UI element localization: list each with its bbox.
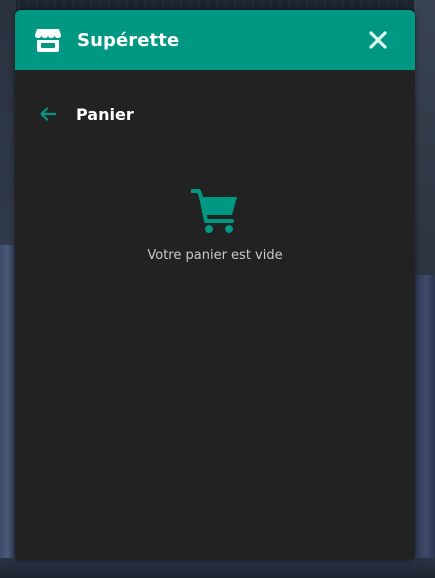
close-icon bbox=[369, 31, 387, 49]
back-button[interactable] bbox=[37, 103, 59, 125]
empty-cart-state: Votre panier est vide bbox=[15, 188, 415, 263]
background-left-post bbox=[0, 245, 15, 578]
cart-title: Panier bbox=[76, 104, 134, 124]
cart-subheader: Panier bbox=[37, 102, 134, 126]
page-title: Supérette bbox=[77, 29, 180, 51]
store-icon bbox=[35, 28, 61, 52]
shop-panel: Supérette Panier Votre panier est vide bbox=[15, 10, 415, 560]
close-button[interactable] bbox=[367, 29, 389, 51]
arrow-left-icon bbox=[40, 107, 57, 121]
panel-header: Supérette bbox=[15, 10, 415, 70]
shopping-cart-icon bbox=[191, 188, 239, 234]
background-right-post bbox=[414, 275, 435, 578]
empty-cart-message: Votre panier est vide bbox=[147, 248, 283, 263]
background-bottom bbox=[0, 558, 435, 578]
